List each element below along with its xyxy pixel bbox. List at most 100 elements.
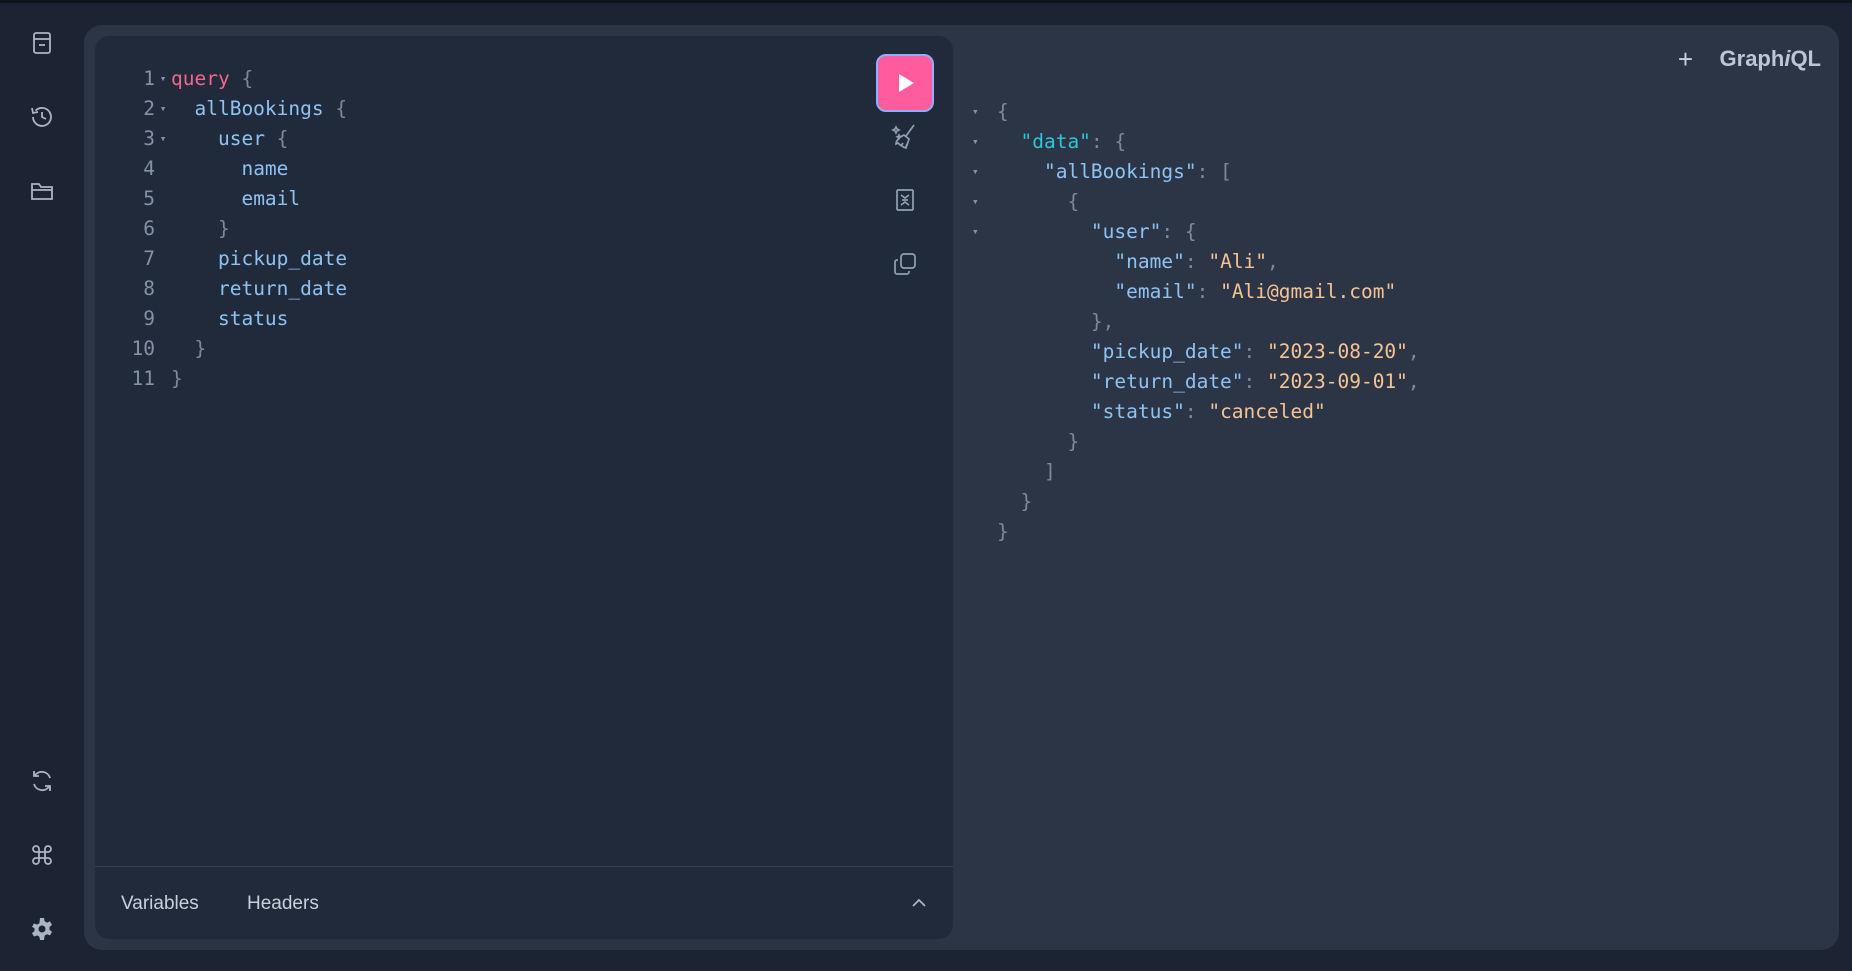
result-text: { [1067, 190, 1080, 213]
code-line: 6 } [95, 214, 855, 244]
fold-toggle-icon [969, 277, 997, 307]
line-number: 11 [131, 367, 155, 390]
result-line: }, [969, 307, 1769, 337]
line-number: 3 [143, 127, 155, 150]
result-line: "status": "canceled" [969, 397, 1769, 427]
result-text: "pickup_date": "2023-08-20", [1090, 340, 1420, 363]
add-tab-button[interactable]: + [1666, 44, 1706, 75]
fold-toggle-icon [969, 337, 997, 367]
fold-toggle-icon [155, 154, 171, 184]
line-number: 8 [143, 277, 155, 300]
fold-toggle-icon [155, 184, 171, 214]
result-text: } [997, 520, 1009, 543]
result-line: ▾ "user": { [969, 217, 1769, 247]
run-button[interactable] [876, 54, 934, 112]
fold-toggle-icon[interactable]: ▾ [969, 187, 997, 217]
fold-toggle-icon [155, 304, 171, 334]
result-text: "user": { [1090, 220, 1197, 243]
fold-toggle-icon [155, 364, 171, 394]
sidebar [0, 3, 84, 971]
merge-fragments-button[interactable] [886, 181, 924, 219]
code-line: 1 ▾ query { [95, 64, 855, 94]
code-line: 2 ▾ allBookings { [95, 94, 855, 124]
line-number: 4 [143, 157, 155, 180]
result-line: ▾ "data": { [969, 127, 1769, 157]
fold-toggle-icon [969, 367, 997, 397]
copy-query-button[interactable] [886, 245, 924, 283]
chevron-up-icon[interactable] [907, 891, 931, 915]
fold-toggle-icon[interactable]: ▾ [155, 94, 171, 124]
fold-toggle-icon [969, 487, 997, 517]
code-line: 10 } [95, 334, 855, 364]
code-text: } [217, 217, 230, 240]
result-text: "status": "canceled" [1090, 400, 1326, 423]
fold-toggle-icon [969, 307, 997, 337]
docs-icon[interactable] [22, 23, 62, 63]
code-text: } [194, 337, 207, 360]
code-text: status [217, 307, 289, 330]
prettify-icon [891, 124, 915, 150]
code-text: user { [217, 127, 289, 150]
code-line: 3 ▾ user { [95, 124, 855, 154]
line-number: 9 [143, 307, 155, 330]
result-text: }, [1090, 310, 1115, 333]
logo-text-graph: Graph [1719, 46, 1785, 71]
result-line: "name": "Ali", [969, 247, 1769, 277]
result-line: } [969, 427, 1769, 457]
fold-toggle-icon [969, 247, 997, 277]
fold-toggle-icon[interactable]: ▾ [969, 127, 997, 157]
fold-toggle-icon [155, 244, 171, 274]
code-text: return_date [217, 277, 348, 300]
fold-toggle-icon [969, 517, 997, 547]
fold-toggle-icon[interactable]: ▾ [155, 64, 171, 94]
result-text: } [1067, 430, 1080, 453]
line-number: 6 [143, 217, 155, 240]
fold-toggle-icon [969, 397, 997, 427]
code-text: pickup_date [217, 247, 348, 270]
code-line: 11} [95, 364, 855, 394]
result-text: "name": "Ali", [1114, 250, 1279, 273]
result-text: } [1020, 490, 1033, 513]
result-viewer[interactable]: ▾{▾ "data": {▾ "allBookings": [▾ {▾ "use… [969, 97, 1769, 547]
line-number: 1 [143, 67, 155, 90]
result-line: ] [969, 457, 1769, 487]
line-number: 10 [131, 337, 155, 360]
fold-toggle-icon[interactable]: ▾ [155, 124, 171, 154]
folder-icon[interactable] [22, 171, 62, 211]
tab-variables[interactable]: Variables [121, 893, 199, 915]
code-line: 8 return_date [95, 274, 855, 304]
result-text: "allBookings": [ [1043, 160, 1232, 183]
run-icon [899, 74, 914, 92]
query-editor[interactable]: 1 ▾ query {2 ▾ allBookings {3 ▾ user {4 name… [95, 36, 953, 939]
line-number: 7 [143, 247, 155, 270]
result-text: "email": "Ali@gmail.com" [1114, 280, 1397, 303]
query-code[interactable]: 1 ▾ query {2 ▾ allBookings {3 ▾ user {4 name… [95, 64, 855, 394]
fold-toggle-icon[interactable]: ▾ [969, 97, 997, 127]
refresh-icon[interactable] [22, 761, 62, 801]
line-number: 2 [143, 97, 155, 120]
result-line: "email": "Ali@gmail.com" [969, 277, 1769, 307]
prettify-button[interactable] [886, 117, 924, 155]
fold-toggle-icon [969, 457, 997, 487]
code-text: } [171, 367, 183, 390]
result-line: "pickup_date": "2023-08-20", [969, 337, 1769, 367]
window-top-border [0, 0, 1852, 3]
settings-icon[interactable] [22, 909, 62, 949]
command-icon[interactable] [22, 835, 62, 875]
result-line: ▾ "allBookings": [ [969, 157, 1769, 187]
result-line: ▾ { [969, 187, 1769, 217]
result-line: "return_date": "2023-09-01", [969, 367, 1769, 397]
tab-headers[interactable]: Headers [247, 893, 319, 915]
fold-toggle-icon[interactable]: ▾ [969, 217, 997, 247]
history-icon[interactable] [22, 97, 62, 137]
result-line: } [969, 487, 1769, 517]
graphiql-logo: GraphiQL [1720, 46, 1821, 72]
code-line: 4 name [95, 154, 855, 184]
code-text: query { [171, 67, 254, 90]
code-text: allBookings { [194, 97, 348, 120]
fold-toggle-icon [155, 214, 171, 244]
result-text: "data": { [1020, 130, 1127, 153]
fold-toggle-icon[interactable]: ▾ [969, 157, 997, 187]
result-header: + GraphiQL [1666, 39, 1823, 79]
fold-toggle-icon [155, 274, 171, 304]
